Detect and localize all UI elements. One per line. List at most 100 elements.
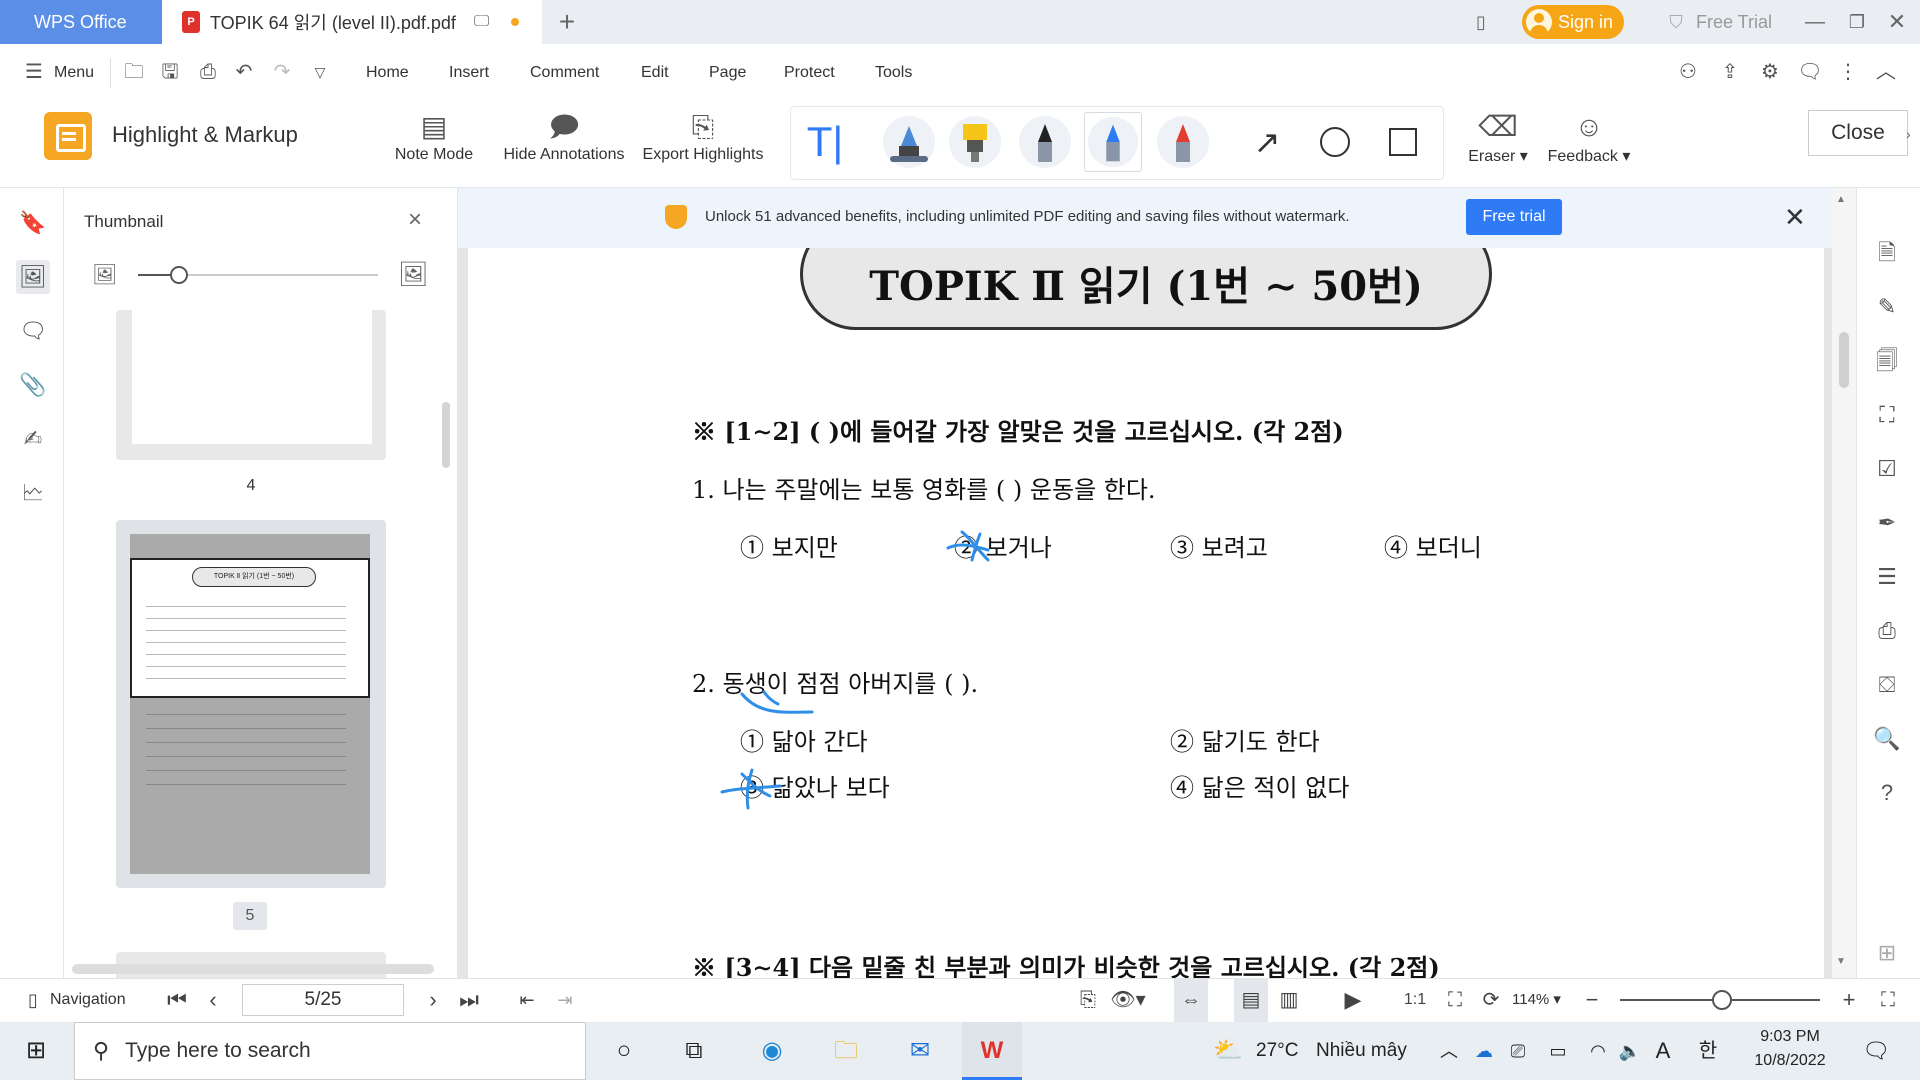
navigation-pane-icon[interactable]: ▯ <box>20 978 46 1022</box>
zoom-level-dropdown[interactable]: 114% ▾ <box>1512 978 1561 1022</box>
tab-home[interactable]: Home <box>366 44 409 102</box>
sign-pen-icon[interactable]: ✒ <box>1870 506 1904 540</box>
tab-protect[interactable]: Protect <box>784 44 835 102</box>
save-icon[interactable]: 🖫 <box>156 58 184 86</box>
minimize-icon[interactable]: — <box>1800 0 1830 44</box>
first-page-icon[interactable]: ⏮ <box>164 978 190 1022</box>
windows-start-icon[interactable]: ⊞ <box>14 1022 58 1080</box>
eye-protection-icon[interactable]: 👁▾ <box>1108 978 1148 1022</box>
settings-gear-icon[interactable]: ⚙ <box>1756 58 1784 86</box>
pen-black-icon[interactable] <box>1016 112 1074 172</box>
single-page-icon[interactable]: ▤ <box>1234 978 1268 1022</box>
window-layout-icon[interactable]: ▯ <box>1466 0 1496 44</box>
thumbnail-icon[interactable]: 🖼 <box>16 260 50 294</box>
actual-size-icon[interactable]: 1:1 <box>1400 978 1430 1022</box>
new-tab-button[interactable]: + <box>552 0 582 44</box>
tab-edit[interactable]: Edit <box>641 44 669 102</box>
crop-icon[interactable]: ⛋ <box>1870 668 1904 702</box>
free-trial-link[interactable]: Free Trial <box>1696 0 1772 44</box>
help-icon[interactable]: ? <box>1870 776 1904 810</box>
notification-center-icon[interactable]: 🗨 <box>1856 1022 1896 1080</box>
highlighter-yellow-icon[interactable] <box>946 112 1004 172</box>
cortana-icon[interactable]: ○ <box>604 1022 644 1080</box>
fullscreen-icon[interactable]: ⛶ <box>1874 978 1902 1022</box>
message-icon[interactable]: 🗨 <box>1796 58 1824 86</box>
prev-page-icon[interactable]: ‹ <box>200 978 226 1022</box>
mail-icon[interactable]: ✉ <box>898 1022 942 1080</box>
small-image-icon[interactable]: 🖼 <box>92 262 117 287</box>
image-extract-icon[interactable]: 🗠 <box>16 476 50 510</box>
go-forward-icon[interactable]: ⇥ <box>552 978 578 1022</box>
close-window-icon[interactable]: ✕ <box>1882 0 1912 44</box>
show-hidden-icons-icon[interactable]: ︿ <box>1436 1022 1462 1080</box>
search-text-icon[interactable]: 🔍 <box>1870 722 1904 756</box>
rectangle-tool-icon[interactable] <box>1374 112 1432 172</box>
export-pdf-icon[interactable]: 🗐 <box>1870 344 1904 378</box>
pen-blue-icon[interactable] <box>1084 112 1142 172</box>
export-highlights-button[interactable]: ⎘ Export Highlights <box>640 108 766 174</box>
weather-description[interactable]: Nhiều mây <box>1316 1022 1407 1080</box>
onedrive-icon[interactable]: ☁ <box>1470 1022 1498 1080</box>
task-view-icon[interactable]: ⧉ <box>674 1022 714 1080</box>
page-number-input[interactable]: 5/25 <box>242 984 404 1016</box>
input-mode-indicator[interactable]: A <box>1650 1022 1676 1080</box>
restore-icon[interactable]: ❐ <box>1842 0 1872 44</box>
large-image-icon[interactable]: 🖼 <box>398 260 428 289</box>
redo-icon[interactable]: ↷ <box>268 58 296 86</box>
edge-browser-icon[interactable]: ◉ <box>750 1022 794 1080</box>
scroll-up-icon[interactable]: ▲ <box>1836 194 1846 205</box>
tab-comment[interactable]: Comment <box>530 44 599 102</box>
thumbnail-slider-knob[interactable] <box>170 266 188 284</box>
battery-icon[interactable]: ▭ <box>1544 1022 1572 1080</box>
fit-page-icon[interactable]: ⛶ <box>1440 978 1470 1022</box>
tab-page[interactable]: Page <box>709 44 746 102</box>
free-trial-button[interactable]: Free trial <box>1466 199 1562 235</box>
pdf-page[interactable]: TOPIK Ⅱ 읽기 (1번 ∼ 50번) ※ [1∼2] ( )에 들어갈 가… <box>468 248 1824 978</box>
language-indicator[interactable]: 한 <box>1694 1022 1722 1080</box>
share-icon[interactable]: ⇪ <box>1716 58 1744 86</box>
print-icon[interactable]: ⎙ <box>194 58 222 86</box>
thumbnail-page-5[interactable]: TOPIK Ⅱ 읽기 (1번 ~ 50번) <box>116 520 386 888</box>
text-tool-icon[interactable]: T| <box>796 112 854 172</box>
note-mode-button[interactable]: ▤ Note Mode <box>386 108 482 174</box>
wifi-icon[interactable]: ◠ <box>1584 1022 1612 1080</box>
pdf-to-word-icon[interactable]: 🗎 <box>1870 236 1904 270</box>
thumbnail-hscrollbar[interactable] <box>72 964 434 974</box>
add-user-icon[interactable]: ⚇ <box>1674 58 1702 86</box>
form-icon[interactable]: ☑ <box>1870 452 1904 486</box>
collapse-ribbon-icon[interactable]: ︿ <box>1872 58 1900 86</box>
document-tab[interactable]: P TOPIK 64 읽기 (level II).pdf.pdf 🖵 <box>162 0 542 44</box>
extract-icon[interactable]: ⎘ <box>1074 978 1102 1022</box>
next-page-icon[interactable]: › <box>420 978 446 1022</box>
feedback-button[interactable]: ☺ Feedback ▾ <box>1546 108 1632 174</box>
volume-icon[interactable]: 🔈 <box>1616 1022 1644 1080</box>
wps-taskbar-icon[interactable]: W <box>962 1022 1022 1080</box>
wps-office-tab[interactable]: WPS Office <box>0 0 162 44</box>
circle-tool-icon[interactable] <box>1306 112 1364 172</box>
close-banner-icon[interactable]: ✕ <box>1784 202 1806 233</box>
taskbar-clock[interactable]: 9:03 PM 10/8/2022 <box>1740 1025 1840 1073</box>
navigation-button[interactable]: Navigation <box>50 978 126 1022</box>
bookmark-icon[interactable]: 🔖 <box>16 206 50 240</box>
file-explorer-icon[interactable]: 🗀 <box>824 1022 868 1080</box>
close-markup-button[interactable]: Close <box>1808 110 1908 156</box>
last-page-icon[interactable]: ⏭ <box>456 978 482 1022</box>
tab-tools[interactable]: Tools <box>875 44 912 102</box>
more-options-icon[interactable]: ⋮ <box>1834 58 1862 86</box>
comment-icon[interactable]: 🗨 <box>16 314 50 348</box>
sign-in-button[interactable]: Sign in <box>1522 5 1624 39</box>
fit-width-icon[interactable]: ⇔ <box>1174 978 1208 1022</box>
ocr-icon[interactable]: ⛶ <box>1870 398 1904 432</box>
undo-icon[interactable]: ↶ <box>230 58 258 86</box>
menu-button[interactable]: Menu <box>54 44 94 102</box>
rotate-icon[interactable]: ⟳ <box>1476 978 1506 1022</box>
close-thumbnail-icon[interactable]: × <box>408 206 422 234</box>
quick-access-dropdown-icon[interactable]: ▽ <box>306 58 334 86</box>
scroll-down-icon[interactable]: ▼ <box>1836 956 1846 967</box>
open-folder-icon[interactable]: 🗀 <box>120 58 148 86</box>
attachment-icon[interactable]: 📎 <box>16 368 50 402</box>
meet-now-icon[interactable]: ⎚ <box>1504 1022 1532 1080</box>
weather-temperature[interactable]: 27°C <box>1256 1022 1298 1080</box>
zoom-slider-knob[interactable] <box>1712 990 1732 1010</box>
hamburger-icon[interactable]: ☰ <box>20 58 48 86</box>
